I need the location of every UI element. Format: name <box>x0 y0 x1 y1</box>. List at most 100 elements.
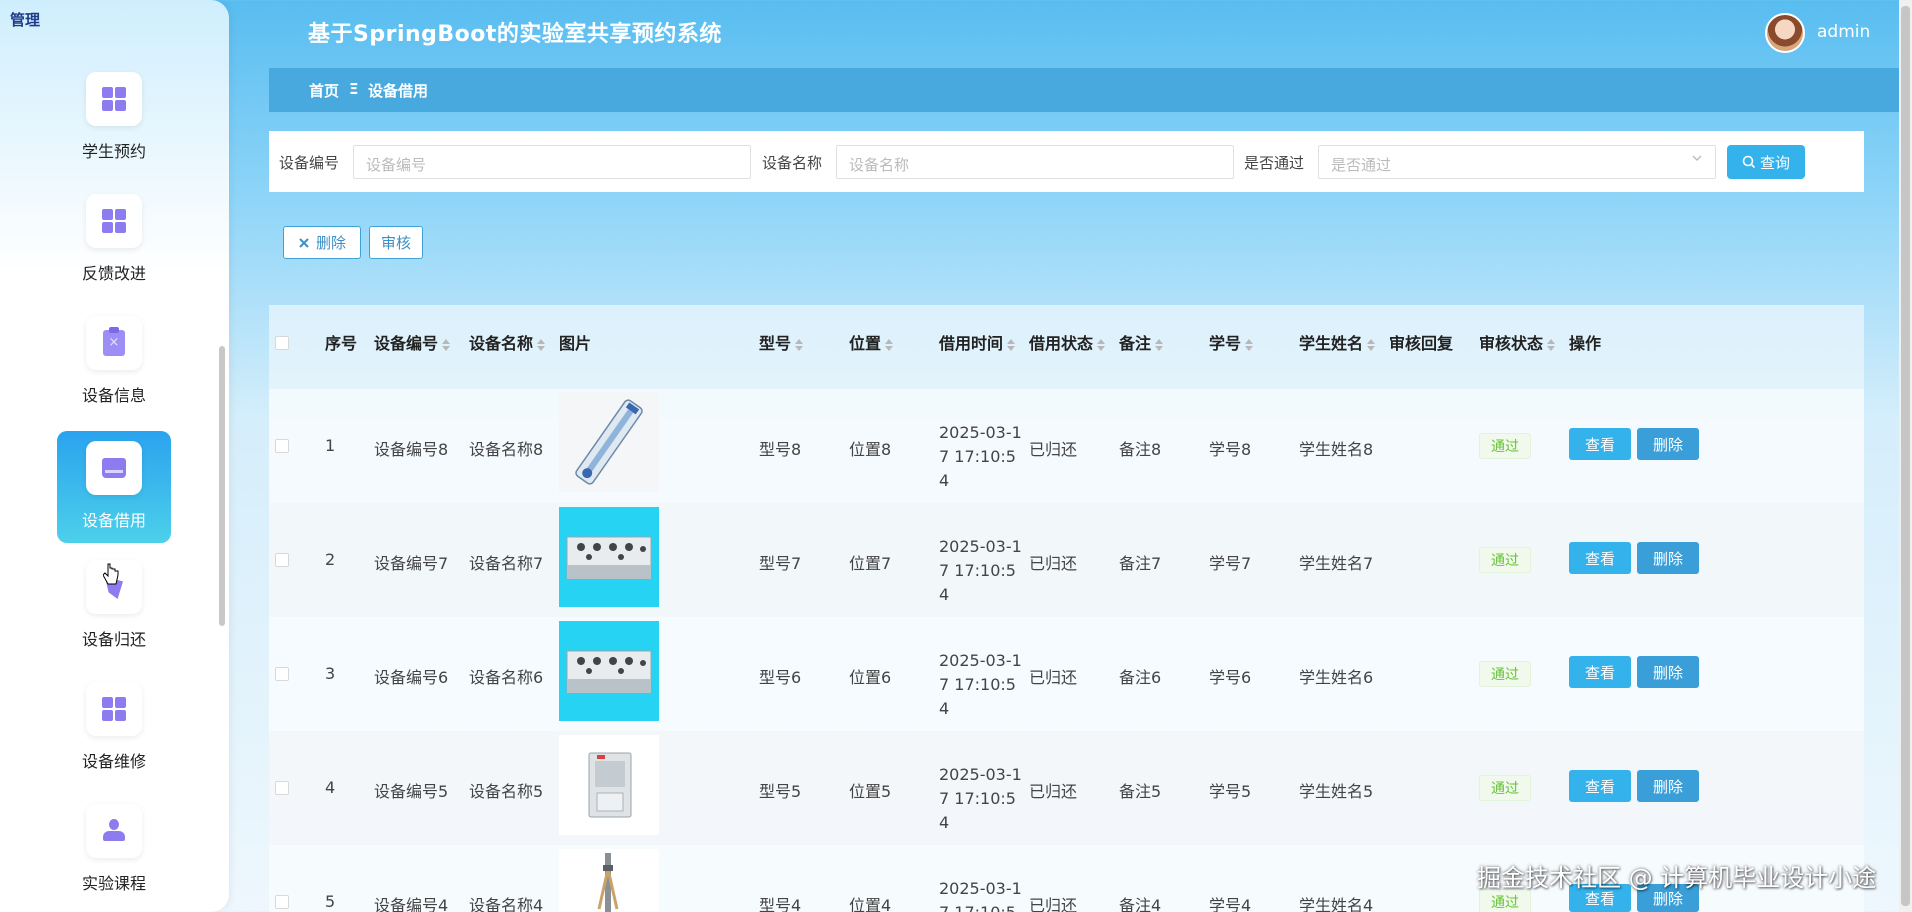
breadcrumb-home[interactable]: 首页 <box>309 80 339 101</box>
query-button-label: 查询 <box>1759 153 1790 172</box>
header-index: 序号 <box>325 334 358 353</box>
device-code-input[interactable]: 设备编号 <box>353 145 751 179</box>
breadcrumb: 首页 Ξ 设备借用 <box>269 68 1899 112</box>
header-remark[interactable]: 备注 <box>1119 330 1164 354</box>
device-image-resistor-box[interactable] <box>559 507 659 607</box>
header-location[interactable]: 位置 <box>849 330 894 354</box>
cell-remark: 备注7 <box>1119 554 1162 573</box>
header-borrow-status-text: 借用状态 <box>1029 334 1094 353</box>
sidebar-item-student-booking[interactable]: 学生预约 <box>57 62 171 174</box>
cell-student-name: 学生姓名6 <box>1299 668 1374 687</box>
device-name-input[interactable]: 设备名称 <box>836 145 1234 179</box>
sidebar-logo: 管理 <box>10 11 41 29</box>
cell-name: 设备名称6 <box>469 668 544 687</box>
cell-borrow-time: 2025-03-17 17:10:54 <box>939 423 1022 490</box>
audit-button[interactable]: 审核 <box>369 226 423 259</box>
sort-icon[interactable] <box>537 338 546 352</box>
cell-name: 设备名称8 <box>469 440 544 459</box>
header-audit-reply: 审核回复 <box>1389 334 1454 353</box>
cell-code: 设备编号8 <box>374 440 449 459</box>
username[interactable]: admin <box>1817 22 1870 42</box>
header-audit-status[interactable]: 审核状态 <box>1479 330 1556 354</box>
header-name[interactable]: 设备名称 <box>469 330 546 354</box>
view-button[interactable]: 查看 <box>1569 770 1631 802</box>
delete-button[interactable]: 删除 <box>1637 656 1699 688</box>
sidebar-item-lab-course[interactable]: 实验课程 <box>57 794 171 906</box>
cell-location: 位置6 <box>849 668 892 687</box>
bulk-delete-label: 删除 <box>315 234 346 252</box>
cell-code: 设备编号6 <box>374 668 449 687</box>
sidebar-item-label: 设备信息 <box>81 386 146 405</box>
cell-remark: 备注5 <box>1119 782 1162 801</box>
bulk-delete-button[interactable]: 删除 <box>283 226 361 259</box>
pass-status-select[interactable]: 是否通过 <box>1318 145 1716 179</box>
header-student-name[interactable]: 学生姓名 <box>1299 330 1376 354</box>
sort-icon[interactable] <box>1367 338 1376 352</box>
cell-borrow-status: 已归还 <box>1029 440 1078 459</box>
row-checkbox[interactable] <box>275 781 289 795</box>
header-model[interactable]: 型号 <box>759 330 804 354</box>
view-button[interactable]: 查看 <box>1569 542 1631 574</box>
cell-student-no: 学号6 <box>1209 668 1252 687</box>
cell-model: 型号4 <box>759 896 802 912</box>
select-all-checkbox[interactable] <box>275 336 289 350</box>
sidebar-item-feedback[interactable]: 反馈改进 <box>57 184 171 296</box>
page-scrollbar-thumb[interactable] <box>1901 6 1910 906</box>
delete-button[interactable]: 删除 <box>1637 542 1699 574</box>
cell-index: 5 <box>325 892 336 911</box>
cell-model: 型号8 <box>759 440 802 459</box>
query-button[interactable]: 查询 <box>1727 145 1805 179</box>
header-code[interactable]: 设备编号 <box>374 330 451 354</box>
cell-code: 设备编号4 <box>374 896 449 912</box>
device-image-resistor-box[interactable] <box>559 621 659 721</box>
pass-status-label: 是否通过 <box>1244 154 1305 172</box>
sort-icon[interactable] <box>795 338 804 352</box>
sidebar-item-device-info[interactable]: 设备信息 <box>57 306 171 418</box>
grid-icon <box>86 72 142 126</box>
sidebar-item-label: 设备维修 <box>81 752 146 771</box>
sidebar-item-device-borrow[interactable]: 设备借用 <box>57 431 171 543</box>
cell-name: 设备名称7 <box>469 554 544 573</box>
row-checkbox[interactable] <box>275 895 289 909</box>
header-location-text: 位置 <box>849 334 882 353</box>
grid-icon <box>86 194 142 248</box>
row-checkbox[interactable] <box>275 667 289 681</box>
device-image-thermometer[interactable] <box>559 392 659 492</box>
watermark: 掘金技术社区 @ 计算机毕业设计小途 <box>1477 864 1877 892</box>
sidebar-item-label: 反馈改进 <box>81 264 146 283</box>
sidebar-scrollbar[interactable] <box>219 346 225 626</box>
header-student-name-text: 学生姓名 <box>1299 334 1364 353</box>
sort-icon[interactable] <box>885 338 894 352</box>
sort-icon[interactable] <box>1007 338 1016 352</box>
sort-icon[interactable] <box>1547 338 1556 352</box>
sort-icon[interactable] <box>1155 338 1164 352</box>
avatar[interactable] <box>1765 13 1805 53</box>
sort-icon[interactable] <box>442 338 451 352</box>
close-icon <box>299 237 309 248</box>
device-image-stand[interactable] <box>559 849 659 912</box>
sidebar-item-label: 实验课程 <box>81 874 146 893</box>
delete-button[interactable]: 删除 <box>1637 770 1699 802</box>
sort-icon[interactable] <box>1245 338 1254 352</box>
view-button[interactable]: 查看 <box>1569 428 1631 460</box>
header-borrow-time[interactable]: 借用时间 <box>939 330 1016 354</box>
row-checkbox[interactable] <box>275 553 289 567</box>
chevron-down-icon <box>1692 155 1702 161</box>
cell-code: 设备编号7 <box>374 554 449 573</box>
device-image-ice-machine[interactable] <box>559 735 659 835</box>
header-student-no-text: 学号 <box>1209 334 1242 353</box>
row-checkbox[interactable] <box>275 439 289 453</box>
delete-button[interactable]: 删除 <box>1637 428 1699 460</box>
sidebar-item-device-repair[interactable]: 设备维修 <box>57 672 171 784</box>
app-title: 基于SpringBoot的实验室共享预约系统 <box>308 22 722 47</box>
cell-location: 位置5 <box>849 782 892 801</box>
cell-student-name: 学生姓名8 <box>1299 440 1374 459</box>
header-borrow-status[interactable]: 借用状态 <box>1029 330 1106 354</box>
view-button[interactable]: 查看 <box>1569 656 1631 688</box>
sidebar: 管理 学生预约 反馈改进 设备信息 设备借用 设备归还 设备维修 实验课程 <box>0 0 229 912</box>
sort-icon[interactable] <box>1097 338 1106 352</box>
header-student-no[interactable]: 学号 <box>1209 330 1254 354</box>
header-operation: 操作 <box>1569 334 1602 353</box>
cell-student-no: 学号7 <box>1209 554 1252 573</box>
cell-student-no: 学号5 <box>1209 782 1252 801</box>
